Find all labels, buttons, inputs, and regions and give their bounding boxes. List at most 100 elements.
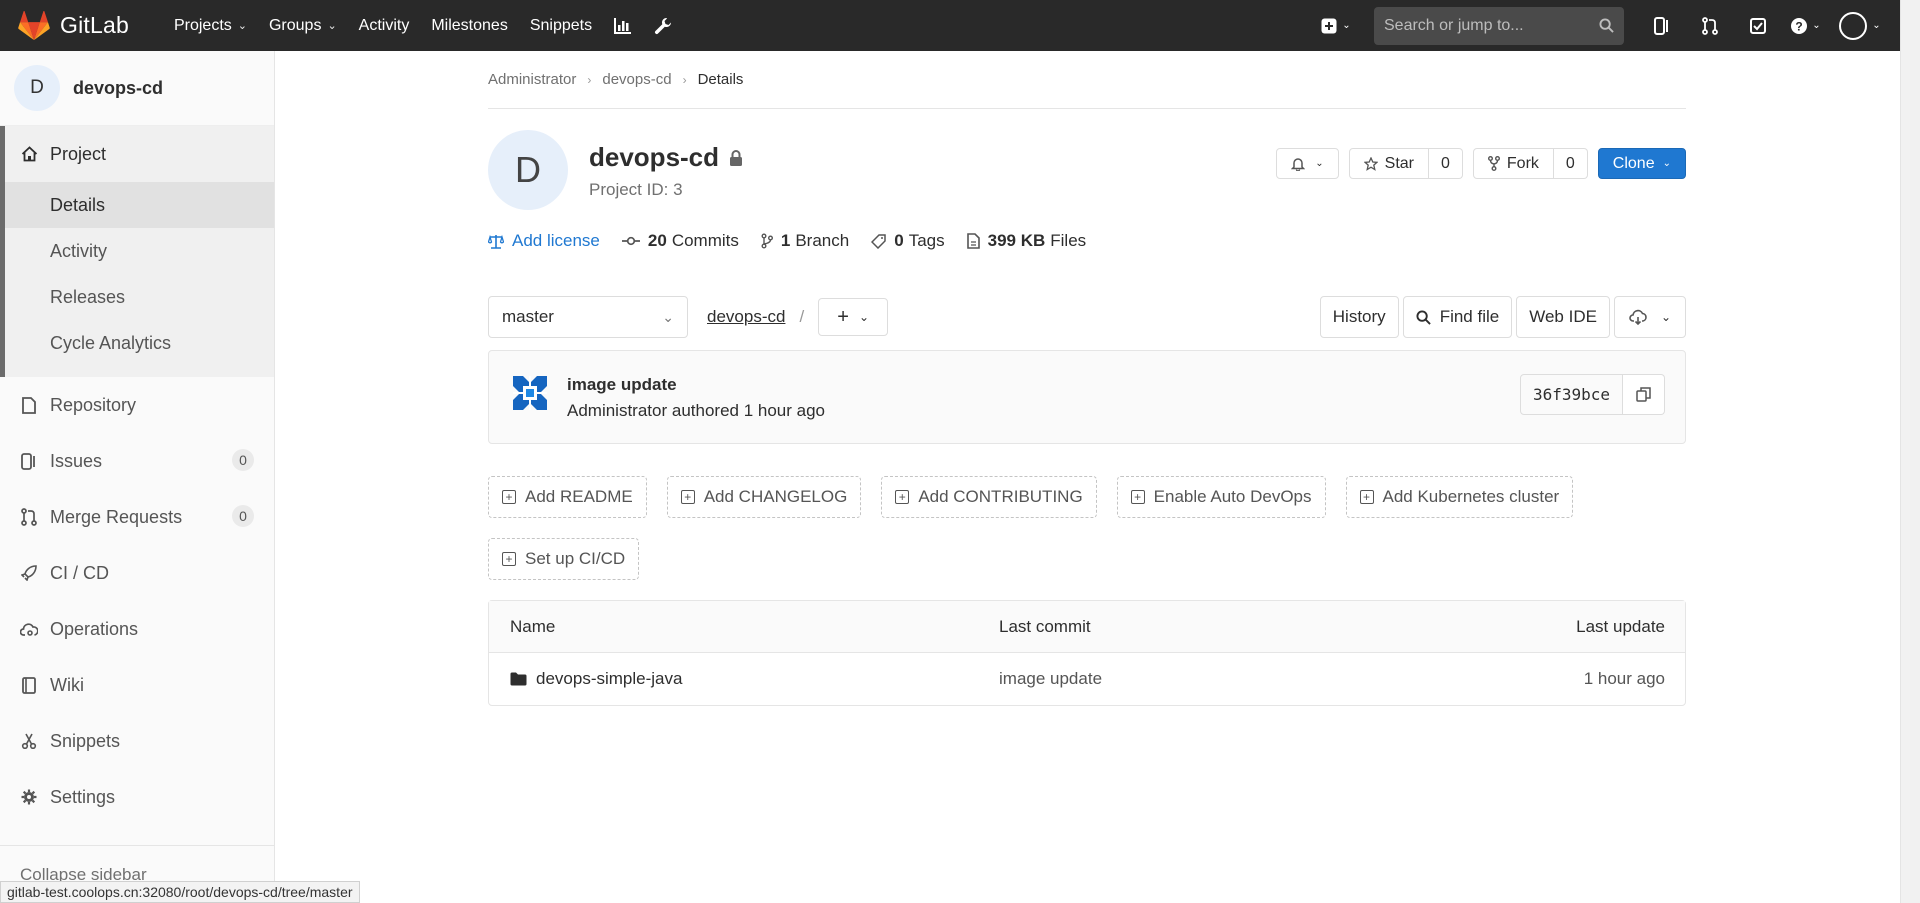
search-input[interactable]: Search or jump to... — [1374, 6, 1624, 45]
sidebar-item-project-label: Project — [50, 143, 107, 164]
branch-dropdown[interactable]: master ⌄ — [488, 296, 688, 338]
plus-icon: + — [837, 306, 849, 328]
merge-request-nav-icon[interactable] — [1686, 0, 1734, 51]
star-count[interactable]: 0 — [1428, 148, 1463, 179]
nav-projects-label: Projects — [173, 16, 232, 34]
sidebar-item-settings[interactable]: Settings — [0, 769, 274, 825]
commits-label: Commits — [671, 231, 739, 250]
star-icon — [1363, 156, 1378, 171]
notification-dropdown[interactable]: ⌄ — [1276, 148, 1339, 179]
breadcrumb: Administrator › devops-cd › Details — [488, 51, 1686, 109]
sidebar-item-merge-requests-label: Merge Requests — [50, 506, 183, 527]
nav-projects[interactable]: Projects ⌄ — [163, 0, 258, 51]
project-sidebar: D devops-cd Project Details Activity Rel… — [0, 51, 275, 903]
tags-stat[interactable]: 0 Tags — [871, 231, 945, 251]
download-dropdown[interactable]: ⌄ — [1613, 296, 1686, 338]
add-license-link[interactable]: Add license — [488, 231, 600, 251]
commit-title[interactable]: image update — [567, 375, 677, 395]
star-button[interactable]: Star — [1348, 148, 1429, 179]
search-placeholder: Search or jump to... — [1384, 16, 1524, 34]
sidebar-subitem-activity[interactable]: Activity — [5, 228, 274, 274]
sidebar-item-issues[interactable]: Issues 0 — [0, 433, 274, 489]
plus-square-icon: + — [1359, 490, 1374, 504]
sidebar-item-snippets[interactable]: Snippets — [0, 713, 274, 769]
sidebar-item-operations-label: Operations — [50, 618, 139, 639]
add-changelog-button[interactable]: + Add CHANGELOG — [666, 476, 862, 518]
breadcrumb-project[interactable]: devops-cd — [602, 71, 671, 88]
plus-square-icon: + — [502, 490, 516, 504]
project-stats: Add license 20 Commits 1 Branch 0 Tags 3… — [488, 223, 1686, 259]
issues-count-badge: 0 — [232, 449, 254, 471]
nav-groups[interactable]: Groups ⌄ — [258, 0, 348, 51]
find-file-label: Find file — [1439, 307, 1500, 326]
tag-icon — [871, 233, 886, 249]
new-item-dropdown[interactable]: ⌄ — [1312, 0, 1360, 51]
todos-nav-icon[interactable] — [1734, 0, 1782, 51]
breadcrumb-administrator[interactable]: Administrator — [488, 71, 576, 88]
add-contributing-button[interactable]: + Add CONTRIBUTING — [881, 476, 1097, 518]
sidebar-item-project[interactable]: Project — [5, 126, 274, 182]
branch-name: master — [502, 307, 554, 326]
set-up-ci-cd-button[interactable]: + Set up CI/CD — [488, 538, 640, 580]
row-name-cell: devops-simple-java — [489, 669, 999, 689]
project-header: D devops-cd Project ID: 3 ⌄ Star 0 Fork … — [488, 109, 1686, 223]
sidebar-project-header[interactable]: D devops-cd — [0, 51, 274, 126]
commit-sha-group: 36f39bce — [1519, 374, 1665, 415]
sidebar-subitem-details[interactable]: Details — [5, 182, 274, 228]
folder-name-link[interactable]: devops-simple-java — [536, 669, 682, 689]
web-ide-button[interactable]: Web IDE — [1516, 296, 1610, 338]
sidebar-item-ci-cd[interactable]: CI / CD — [0, 545, 274, 601]
add-readme-button[interactable]: + Add README — [488, 476, 647, 518]
merge-request-icon — [20, 508, 38, 526]
nav-snippets[interactable]: Snippets — [519, 0, 603, 51]
row-commit-link[interactable]: image update — [999, 669, 1485, 689]
issues-nav-icon[interactable] — [1638, 0, 1686, 51]
project-id: Project ID: 3 — [589, 180, 683, 199]
sidebar-subitem-cycle-analytics[interactable]: Cycle Analytics — [5, 320, 274, 367]
fork-button[interactable]: Fork — [1472, 148, 1554, 179]
enable-auto-devops-button[interactable]: + Enable Auto DevOps — [1116, 476, 1326, 518]
set-up-ci-cd-label: Set up CI/CD — [525, 549, 626, 568]
star-label: Star — [1384, 154, 1414, 172]
fork-count[interactable]: 0 — [1553, 148, 1588, 179]
nav-milestones[interactable]: Milestones — [420, 0, 518, 51]
chevron-right-icon: › — [682, 72, 687, 87]
plus-square-icon: + — [1130, 490, 1145, 504]
repo-root-link[interactable]: devops-cd — [707, 307, 785, 327]
add-to-tree-dropdown[interactable]: + ⌄ — [818, 298, 889, 336]
history-button[interactable]: History — [1319, 296, 1399, 338]
branch-label: Branch — [795, 231, 850, 250]
help-dropdown[interactable]: ? ⌄ — [1782, 0, 1830, 51]
sidebar-item-merge-requests[interactable]: Merge Requests 0 — [0, 489, 274, 545]
sidebar-project-name: devops-cd — [73, 77, 164, 98]
nav-activity[interactable]: Activity — [348, 0, 421, 51]
sidebar-item-wiki[interactable]: Wiki — [0, 657, 274, 713]
sidebar-project-avatar: D — [14, 65, 60, 111]
commits-stat[interactable]: 20 Commits — [621, 231, 739, 251]
add-kubernetes-cluster-button[interactable]: + Add Kubernetes cluster — [1345, 476, 1574, 518]
table-row[interactable]: devops-simple-java image update 1 hour a… — [489, 653, 1685, 705]
gitlab-logo-icon — [18, 10, 50, 40]
sidebar-subitem-releases[interactable]: Releases — [5, 274, 274, 320]
breadcrumb-details[interactable]: Details — [698, 71, 744, 88]
find-file-button[interactable]: Find file — [1402, 296, 1513, 338]
search-icon — [1416, 309, 1431, 325]
page-scrollbar[interactable] — [1900, 0, 1920, 903]
sidebar-item-repository[interactable]: Repository — [0, 377, 274, 433]
commit-sha[interactable]: 36f39bce — [1519, 374, 1623, 415]
star-group: Star 0 — [1348, 148, 1463, 179]
sidebar-item-operations[interactable]: Operations — [0, 601, 274, 657]
file-icon — [966, 233, 980, 249]
help-icon: ? — [1791, 17, 1808, 34]
branches-stat[interactable]: 1 Branch — [761, 231, 849, 251]
user-menu-dropdown[interactable]: ⌄ — [1830, 0, 1890, 51]
chart-icon[interactable] — [603, 0, 643, 51]
files-stat[interactable]: 399 KB Files — [966, 231, 1086, 251]
clone-button[interactable]: Clone ⌄ — [1597, 148, 1686, 179]
commit-author-avatar[interactable] — [509, 372, 551, 414]
brand-name: GitLab — [60, 12, 129, 38]
copy-sha-button[interactable] — [1623, 374, 1665, 415]
gitlab-home-link[interactable]: GitLab — [18, 0, 129, 51]
wrench-icon[interactable] — [643, 0, 683, 51]
svg-text:?: ? — [1796, 19, 1803, 33]
